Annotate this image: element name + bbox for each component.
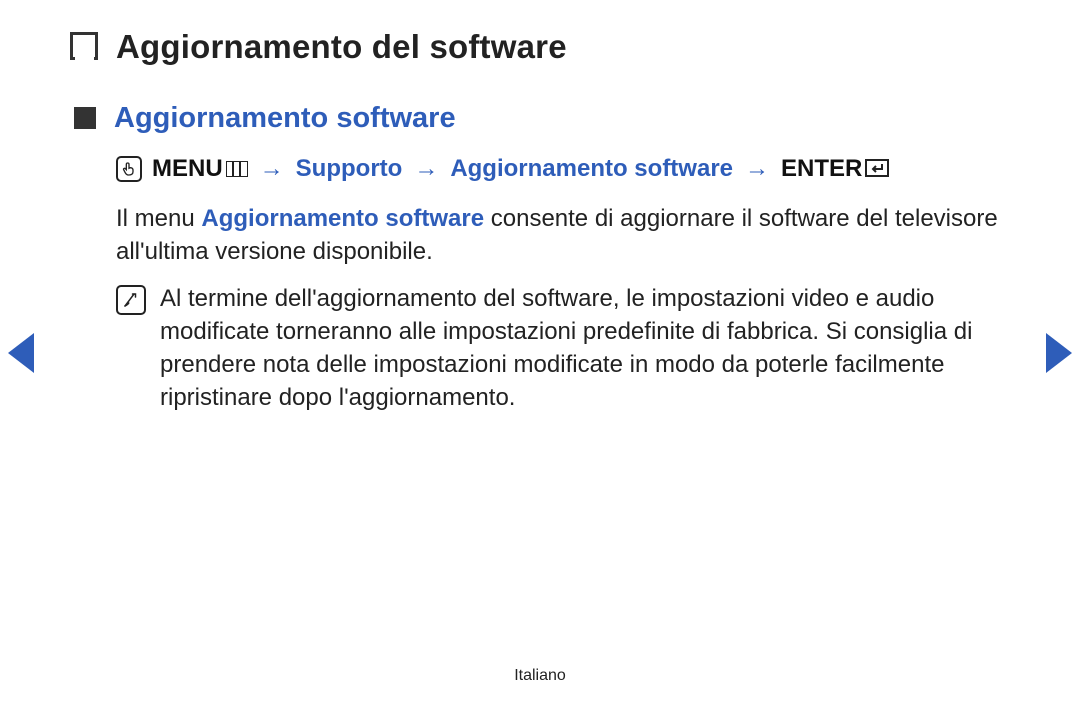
path-step-aggiornamento: Aggiornamento software <box>450 155 733 183</box>
section-title: Aggiornamento software <box>114 102 456 135</box>
enter-return-icon <box>865 156 889 184</box>
next-page-arrow[interactable] <box>1046 333 1072 373</box>
arrow-2: → <box>412 155 440 183</box>
menu-label: MENU <box>152 155 248 184</box>
menu-grid-icon <box>226 156 248 184</box>
page-title: Aggiornamento del software <box>116 28 567 66</box>
page-heading-row: Aggiornamento del software <box>70 28 1010 66</box>
chapter-bookmark-icon <box>70 32 98 60</box>
body-paragraph: Il menu Aggiornamento software consente … <box>116 202 1010 268</box>
footer-language: Italiano <box>0 667 1080 685</box>
enter-label: ENTER <box>781 155 889 184</box>
body-lead-highlight: Aggiornamento software <box>201 205 484 232</box>
enter-word: ENTER <box>781 155 862 182</box>
path-step-supporto: Supporto <box>296 155 403 183</box>
prev-page-arrow[interactable] <box>8 333 34 373</box>
menu-path: MENU → Supporto → Aggiornamento software… <box>116 155 1010 184</box>
note-row: Al termine dell'aggiornamento del softwa… <box>116 282 1010 414</box>
manual-page: Aggiornamento del software Aggiornamento… <box>0 0 1080 705</box>
square-bullet-icon <box>74 107 96 129</box>
note-icon <box>116 285 146 315</box>
menu-word: MENU <box>152 155 223 182</box>
section-heading-row: Aggiornamento software <box>70 102 1010 135</box>
arrow-3: → <box>743 155 771 183</box>
body-lead-prefix: Il menu <box>116 205 201 232</box>
arrow-1: → <box>258 155 286 183</box>
hand-pointer-icon <box>116 156 142 182</box>
note-text: Al termine dell'aggiornamento del softwa… <box>160 282 1010 414</box>
